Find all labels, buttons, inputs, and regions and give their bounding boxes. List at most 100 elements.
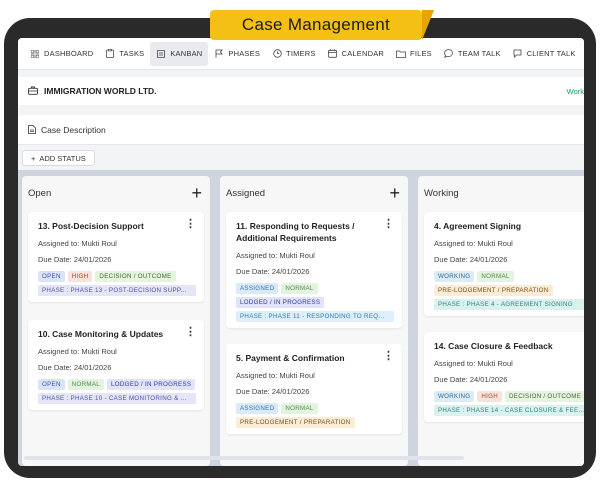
nav-tasks-label: TASKS bbox=[119, 49, 145, 58]
column-open: Open + 13. Post-Decision Support ⋮ Assig… bbox=[22, 176, 210, 466]
nav-calendar[interactable]: CALENDAR bbox=[322, 42, 390, 66]
task-card[interactable]: 4. Agreement Signing Assigned to: Mukti … bbox=[424, 212, 584, 316]
tablet-frame: DASHBOARD TASKS KANBAN PHASES TIMERS CAL… bbox=[4, 18, 596, 478]
task-card[interactable]: 13. Post-Decision Support ⋮ Assigned to:… bbox=[28, 212, 204, 302]
clock-icon bbox=[272, 49, 282, 59]
add-status-label: ADD STATUS bbox=[39, 153, 86, 163]
card-tags: OPEN NORMAL LODGED / IN PROGRESS PHASE :… bbox=[38, 379, 196, 404]
phase-badge: PHASE : PHASE 13 - POST-DECISION SUPP... bbox=[38, 285, 196, 296]
stage-badge: PRE-LODGEMENT / PREPARATION bbox=[236, 417, 355, 428]
column-title: Open bbox=[28, 187, 52, 199]
banner-title: Case Management bbox=[241, 15, 391, 34]
column-header: Assigned + bbox=[220, 176, 408, 210]
stage-badge: PRE-LODGEMENT / PREPARATION bbox=[434, 285, 553, 296]
top-nav: DASHBOARD TASKS KANBAN PHASES TIMERS CAL… bbox=[18, 38, 584, 70]
case-description-label: Case Description bbox=[41, 124, 106, 135]
stage-badge: DECISION / OUTCOME bbox=[505, 391, 584, 402]
nav-files[interactable]: FILES bbox=[390, 42, 438, 66]
card-tags: ASSIGNED NORMAL PRE-LODGEMENT / PREPARAT… bbox=[236, 403, 394, 428]
priority-badge: NORMAL bbox=[477, 271, 514, 282]
card-title: 5. Payment & Confirmation bbox=[236, 353, 345, 363]
card-tags: ASSIGNED NORMAL LODGED / IN PROGRESS PHA… bbox=[236, 283, 394, 322]
status-badge: OPEN bbox=[38, 271, 65, 282]
priority-badge: NORMAL bbox=[67, 379, 105, 390]
card-tags: WORKING NORMAL PRE-LODGEMENT / PREPARATI… bbox=[434, 271, 584, 310]
card-due-date: Due Date: 24/01/2026 bbox=[236, 267, 310, 276]
card-title: 4. Agreement Signing bbox=[434, 221, 522, 231]
folder-icon bbox=[396, 49, 406, 59]
nav-dashboard-label: DASHBOARD bbox=[44, 49, 94, 58]
status-badge: WORKING bbox=[434, 271, 475, 282]
add-card-button[interactable]: + bbox=[389, 184, 400, 202]
card-tags: WORKING HIGH DECISION / OUTCOME PHASE : … bbox=[434, 391, 584, 416]
nav-client-talk[interactable]: CLIENT TALK bbox=[507, 42, 582, 66]
task-card[interactable]: 14. Case Closure & Feedback Assigned to:… bbox=[424, 332, 584, 422]
grid-icon bbox=[30, 49, 40, 59]
nav-client-talk-label: CLIENT TALK bbox=[526, 49, 576, 58]
plus-icon: + bbox=[31, 153, 36, 163]
company-bar: IMMIGRATION WORLD LTD. Work bbox=[18, 77, 584, 105]
card-assignee: Assigned to: Mukti Roul bbox=[434, 239, 513, 248]
priority-badge: HIGH bbox=[67, 271, 93, 282]
priority-badge: HIGH bbox=[477, 391, 503, 402]
card-due-date: Due Date: 24/01/2026 bbox=[434, 375, 508, 384]
stage: Case Management DASHBOARD TASKS KANBAN P… bbox=[0, 0, 600, 480]
nav-timers-label: TIMERS bbox=[286, 49, 316, 58]
stage-badge: LODGED / IN PROGRESS bbox=[236, 297, 325, 308]
card-title: 11. Responding to Requests / Additional … bbox=[236, 221, 355, 243]
more-vertical-icon[interactable]: ⋮ bbox=[383, 219, 394, 230]
nav-phases[interactable]: PHASES bbox=[208, 42, 266, 66]
flag-icon bbox=[214, 49, 224, 59]
card-title: 14. Case Closure & Feedback bbox=[434, 341, 553, 351]
card-assignee: Assigned to: Mukti Roul bbox=[38, 239, 117, 248]
add-card-button[interactable]: + bbox=[191, 184, 202, 202]
card-title: 10. Case Monitoring & Updates bbox=[38, 329, 164, 339]
card-due-date: Due Date: 24/01/2026 bbox=[38, 363, 112, 372]
stage-badge: DECISION / OUTCOME bbox=[95, 271, 176, 282]
document-icon bbox=[28, 121, 36, 139]
column-title: Assigned bbox=[226, 187, 266, 199]
kanban-board: Open + 13. Post-Decision Support ⋮ Assig… bbox=[18, 170, 584, 466]
card-due-date: Due Date: 24/01/2026 bbox=[236, 387, 310, 396]
clipboard-icon bbox=[105, 49, 115, 59]
nav-more[interactable] bbox=[582, 42, 584, 66]
briefcase-icon bbox=[28, 82, 38, 100]
title-banner: Case Management bbox=[210, 10, 434, 40]
nav-team-talk[interactable]: TEAM TALK bbox=[438, 42, 507, 66]
more-vertical-icon[interactable]: ⋮ bbox=[383, 351, 394, 362]
card-assignee: Assigned to: Mukti Roul bbox=[434, 359, 513, 368]
nav-kanban[interactable]: KANBAN bbox=[150, 41, 209, 66]
status-badge: ASSIGNED bbox=[236, 283, 279, 294]
calendar-icon bbox=[328, 49, 338, 59]
nav-phases-label: PHASES bbox=[228, 49, 261, 58]
workflow-status[interactable]: Work bbox=[567, 87, 584, 96]
status-badge: WORKING bbox=[434, 391, 475, 402]
priority-badge: NORMAL bbox=[281, 403, 318, 414]
stage-badge: LODGED / IN PROGRESS bbox=[107, 379, 196, 390]
case-description-section[interactable]: Case Description bbox=[18, 115, 584, 145]
add-status-button[interactable]: + ADD STATUS bbox=[22, 150, 95, 166]
card-title: 13. Post-Decision Support bbox=[38, 221, 144, 231]
task-card[interactable]: 10. Case Monitoring & Updates ⋮ Assigned… bbox=[28, 320, 204, 410]
horizontal-scrollbar[interactable] bbox=[24, 456, 464, 460]
app-screen: DASHBOARD TASKS KANBAN PHASES TIMERS CAL… bbox=[18, 38, 584, 466]
column-title: Working bbox=[424, 187, 459, 199]
task-card[interactable]: 11. Responding to Requests / Additional … bbox=[226, 212, 402, 328]
column-working: Working 4. Agreement Signing Assigned to… bbox=[418, 176, 584, 466]
phase-badge: PHASE : PHASE 4 - AGREEMENT SIGNING bbox=[434, 299, 584, 310]
nav-tasks[interactable]: TASKS bbox=[99, 42, 150, 66]
card-tags: OPEN HIGH DECISION / OUTCOME PHASE : PHA… bbox=[38, 271, 196, 296]
more-vertical-icon[interactable]: ⋮ bbox=[185, 327, 196, 338]
nav-kanban-label: KANBAN bbox=[170, 49, 203, 58]
more-vertical-icon[interactable]: ⋮ bbox=[185, 219, 196, 230]
nav-timers[interactable]: TIMERS bbox=[266, 42, 322, 66]
card-due-date: Due Date: 24/01/2026 bbox=[38, 255, 112, 264]
chat-icon bbox=[513, 49, 523, 59]
chat-icon bbox=[444, 49, 454, 59]
kanban-icon bbox=[156, 49, 166, 59]
task-card[interactable]: 5. Payment & Confirmation ⋮ Assigned to:… bbox=[226, 344, 402, 434]
nav-calendar-label: CALENDAR bbox=[341, 49, 385, 58]
nav-dashboard[interactable]: DASHBOARD bbox=[24, 42, 99, 66]
column-header: Working bbox=[418, 176, 584, 210]
nav-team-talk-label: TEAM TALK bbox=[457, 49, 501, 58]
